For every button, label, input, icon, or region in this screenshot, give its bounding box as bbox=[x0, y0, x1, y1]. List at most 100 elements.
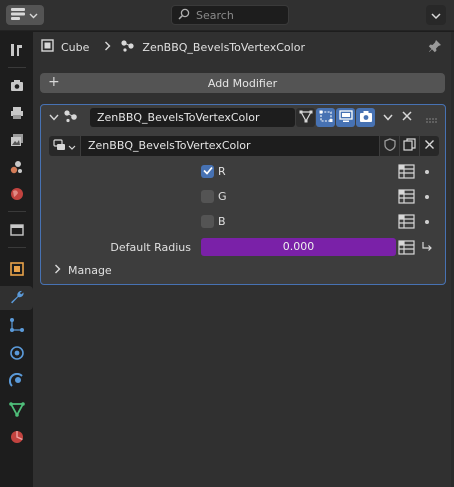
plus-icon: + bbox=[48, 74, 60, 90]
attribute-toggle-radius[interactable] bbox=[398, 240, 415, 258]
image-stack-icon bbox=[9, 132, 25, 151]
wrench-icon bbox=[9, 289, 25, 308]
constraints-tab[interactable] bbox=[4, 370, 30, 394]
close-icon bbox=[401, 111, 413, 125]
viewport-toggle[interactable] bbox=[336, 108, 355, 127]
physics-tab[interactable] bbox=[4, 342, 30, 366]
search-icon bbox=[178, 8, 190, 23]
chevron-down-icon bbox=[29, 9, 38, 22]
node-group-selector: ZenBBQ_BevelsToVertexColor bbox=[49, 136, 439, 156]
scene-tab[interactable] bbox=[4, 156, 30, 180]
manage-label: Manage bbox=[68, 264, 112, 277]
modifier-tab[interactable] bbox=[0, 286, 33, 310]
world-tab[interactable] bbox=[4, 183, 30, 207]
output-tab[interactable] bbox=[4, 102, 30, 126]
attribute-toggle-b[interactable] bbox=[398, 214, 415, 232]
close-icon bbox=[424, 139, 435, 153]
spreadsheet-icon bbox=[398, 189, 415, 207]
edit-mode-toggle[interactable] bbox=[316, 108, 335, 127]
remove-modifier-button[interactable] bbox=[401, 110, 413, 125]
chevron-right-icon bbox=[54, 264, 61, 277]
object-icon bbox=[41, 39, 54, 55]
monitor-icon bbox=[338, 109, 353, 126]
material-tab[interactable] bbox=[4, 426, 30, 450]
tab-divider bbox=[8, 67, 26, 68]
render-toggle[interactable] bbox=[356, 108, 375, 127]
breadcrumb: Cube ZenBBQ_BevelsToVertexColor bbox=[41, 38, 305, 56]
checkbox-r[interactable] bbox=[201, 165, 214, 178]
properties-panel: Cube ZenBBQ_BevelsToVertexColor + Add Mo… bbox=[33, 32, 454, 487]
modifier-menu-button[interactable] bbox=[378, 108, 397, 127]
keyframe-dot-b[interactable] bbox=[425, 220, 429, 224]
spreadsheet-icon bbox=[398, 240, 415, 258]
add-modifier-label: Add Modifier bbox=[207, 76, 278, 90]
chevron-down-icon bbox=[49, 111, 59, 124]
browse-node-group-button[interactable] bbox=[49, 136, 80, 156]
driver-link-button[interactable] bbox=[421, 241, 433, 256]
attribute-toggle-g[interactable] bbox=[398, 189, 415, 207]
printer-icon bbox=[9, 105, 25, 124]
checkbox-label-r: R bbox=[218, 165, 226, 178]
fake-user-button[interactable] bbox=[380, 136, 399, 156]
mesh-data-icon bbox=[9, 401, 25, 420]
modifier-panel: ZenBBQ_BevelsToVertexColor ZenBBQ_Bevels… bbox=[40, 104, 446, 285]
scene-icon bbox=[9, 159, 25, 178]
attribute-toggle-r[interactable] bbox=[398, 164, 415, 182]
editor-type-button[interactable] bbox=[6, 5, 44, 25]
data-tab[interactable] bbox=[4, 398, 30, 422]
breadcrumb-object: Cube bbox=[61, 40, 90, 54]
world-icon bbox=[9, 186, 25, 205]
checkmark-icon bbox=[202, 165, 213, 178]
node-tree-icon bbox=[53, 138, 66, 154]
input-row-r: R bbox=[41, 162, 445, 182]
material-icon bbox=[9, 429, 25, 448]
collection-tab[interactable] bbox=[4, 219, 30, 243]
node-group-name-field[interactable]: ZenBBQ_BevelsToVertexColor bbox=[81, 136, 379, 156]
add-modifier-button[interactable]: + Add Modifier bbox=[40, 73, 445, 93]
pin-button[interactable] bbox=[428, 39, 442, 56]
geometry-nodes-icon bbox=[120, 39, 135, 55]
collection-box-icon bbox=[9, 222, 25, 241]
keyframe-dot-r[interactable] bbox=[425, 170, 429, 174]
on-cage-toggle[interactable] bbox=[296, 108, 315, 127]
manage-subpanel-header[interactable]: Manage bbox=[54, 264, 112, 277]
search-input[interactable]: Search bbox=[171, 5, 289, 25]
camera-back-icon bbox=[9, 78, 25, 97]
tab-divider bbox=[8, 211, 26, 212]
render-tab[interactable] bbox=[4, 75, 30, 99]
keyframe-dot-g[interactable] bbox=[425, 195, 429, 199]
grip-dots-icon bbox=[426, 114, 438, 127]
tool-icon bbox=[9, 42, 25, 61]
modifier-toggles bbox=[296, 108, 397, 127]
default-radius-label: Default Radius bbox=[110, 241, 191, 254]
collapse-toggle[interactable] bbox=[49, 111, 59, 124]
link-arrow-icon bbox=[421, 242, 433, 256]
view-layer-tab[interactable] bbox=[4, 129, 30, 153]
particles-tab[interactable] bbox=[4, 314, 30, 338]
particles-icon bbox=[9, 317, 25, 336]
tool-tab[interactable] bbox=[4, 39, 30, 63]
chevron-right-icon bbox=[104, 41, 111, 54]
geometry-nodes-icon bbox=[63, 109, 79, 126]
options-dropdown-button[interactable] bbox=[426, 5, 446, 25]
unlink-node-group-button[interactable] bbox=[420, 136, 439, 156]
pin-icon bbox=[428, 40, 442, 56]
object-square-icon bbox=[9, 261, 25, 280]
default-radius-field[interactable]: 0.000 bbox=[201, 238, 396, 256]
drag-handle[interactable] bbox=[426, 114, 438, 127]
chevron-down-icon bbox=[431, 9, 441, 22]
chevron-down-icon bbox=[68, 140, 76, 153]
checkbox-b[interactable] bbox=[201, 215, 214, 228]
input-row-g: G bbox=[41, 187, 445, 207]
object-tab[interactable] bbox=[4, 258, 30, 282]
search-placeholder: Search bbox=[196, 8, 234, 22]
chevron-down-icon bbox=[382, 111, 393, 124]
spreadsheet-icon bbox=[398, 214, 415, 232]
spreadsheet-icon bbox=[398, 164, 415, 182]
checkbox-g[interactable] bbox=[201, 190, 214, 203]
duplicate-icon bbox=[403, 138, 416, 154]
modifier-name-field[interactable]: ZenBBQ_BevelsToVertexColor bbox=[90, 108, 295, 127]
header-bar: Search bbox=[0, 0, 454, 31]
checkbox-label-b: B bbox=[218, 215, 226, 228]
duplicate-node-group-button[interactable] bbox=[400, 136, 419, 156]
